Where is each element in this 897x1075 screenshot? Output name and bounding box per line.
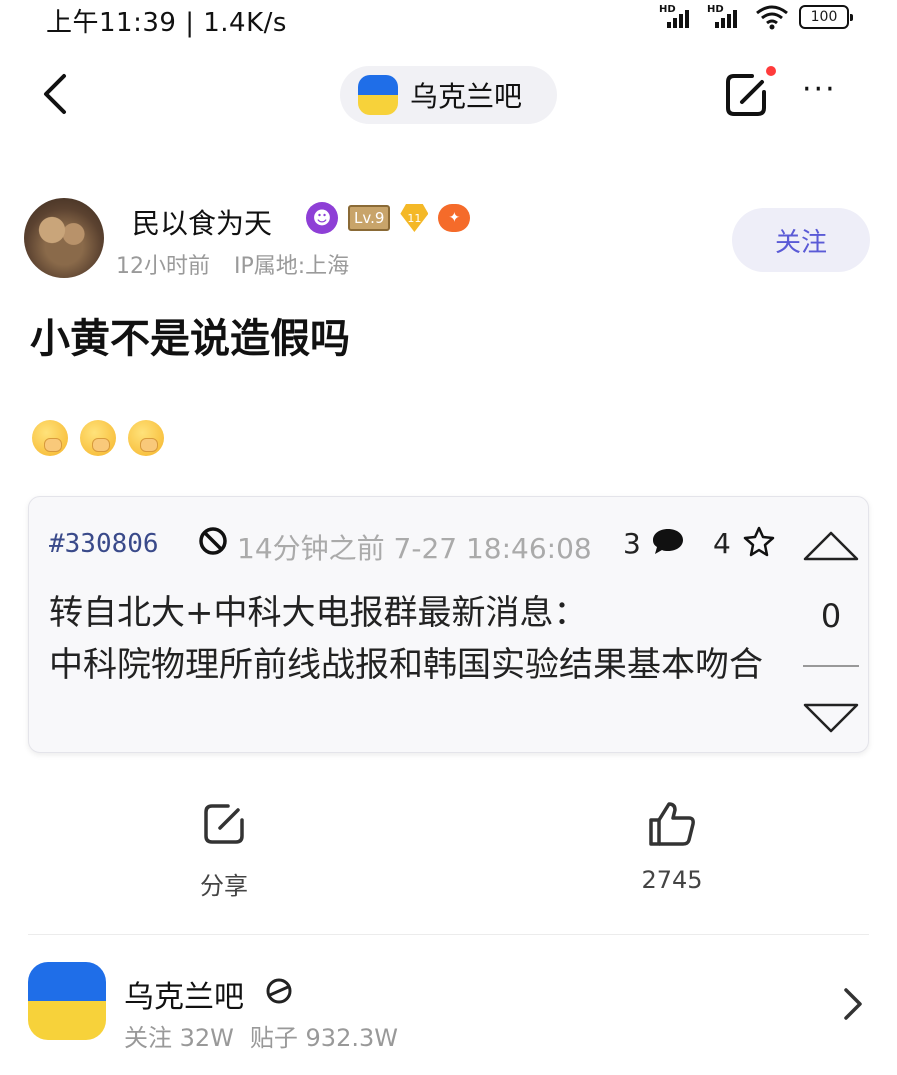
quote-post-id: #330806 [49,529,159,559]
post-title: 小黄不是说造假吗 [30,316,350,362]
emoji-row [32,420,164,456]
status-bar: 上午11:39 | 1.4K/s HD HD 100 [0,0,897,38]
upvote-triangle-icon [803,531,859,561]
forum-stats: 关注 32W 贴子 932.3W [124,1018,398,1053]
share-button[interactable]: 分享 [144,800,304,901]
ban-icon [199,527,227,555]
cellular-signal-icon: HD [659,4,697,30]
wifi-icon [756,5,788,30]
cellular-signal-icon: HD [707,4,745,30]
forum-flag-icon [28,962,106,1040]
level-badge: Lv.9 [348,205,391,231]
face-with-hand-over-mouth-icon [80,420,116,456]
forum-verified-icon [266,978,292,1004]
ip-location: IP属地:上海 [234,254,350,279]
follow-button[interactable]: 关注 [732,208,870,272]
devil-emoji-icon: ☻ [306,202,338,234]
forum-card[interactable]: 乌克兰吧 关注 32W 贴子 932.3W [28,960,869,1052]
quote-timestamp: 14分钟之前 7-27 18:46:08 [237,532,592,565]
status-icons: HD HD 100 [659,4,853,30]
battery-icon: 100 [799,5,853,29]
forum-flag-icon [358,75,398,115]
status-time: 上午11:39 | 1.4K/s [46,8,287,38]
back-icon[interactable] [36,72,76,116]
face-with-hand-over-mouth-icon [128,420,164,456]
notification-dot [766,66,776,76]
divider [28,934,869,935]
nav-bar: 乌克兰吧 ··· [0,60,897,130]
compose-icon[interactable] [722,70,772,120]
diamond-badge-icon: 11 [400,204,429,232]
quoted-image-card[interactable]: #330806 14分钟之前 7-27 18:46:08 3 4 转自北大+中科… [28,496,869,753]
more-options-button[interactable]: ··· [802,75,850,108]
share-label: 分享 [200,872,248,900]
share-icon [204,804,244,844]
vote-divider [803,665,859,667]
post-actions: 分享 2745 [0,800,897,910]
forum-posts: 贴子 932.3W [249,1024,398,1052]
author-badges: ☻ Lv.9 11 ✦ [306,202,471,234]
star-icon [743,526,775,557]
forum-followers: 关注 32W [124,1024,234,1052]
downvote-triangle-icon [803,703,859,733]
author-meta: 12小时前 IP属地:上海 [116,248,349,280]
forum-header-button[interactable]: 乌克兰吧 [340,66,557,124]
like-button[interactable]: 2745 [592,800,752,894]
thumbs-up-icon [649,802,695,846]
vote-count: 0 [820,597,842,635]
author-name[interactable]: 民以食为天 [132,202,272,242]
forum-name: 乌克兰吧 [124,980,244,1015]
forum-header-name: 乌克兰吧 [410,80,523,113]
chevron-right-icon[interactable] [842,986,866,1022]
gamepad-badge-icon: ✦ [438,204,471,232]
quote-text: 转自北大+中科大电报群最新消息： 中科院物理所前线战报和韩国实验结果基本吻合 [49,593,763,685]
avatar[interactable] [24,198,104,278]
author-row: 民以食为天 ☻ Lv.9 11 ✦ 12小时前 IP属地:上海 关注 [24,198,873,282]
like-count: 2745 [641,866,703,894]
face-with-hand-over-mouth-icon [32,420,68,456]
post-time: 12小时前 [116,254,210,279]
quote-star-count: 4 [713,527,731,560]
comment-bubble-icon [653,529,683,554]
quote-reply-count: 3 [623,527,641,560]
